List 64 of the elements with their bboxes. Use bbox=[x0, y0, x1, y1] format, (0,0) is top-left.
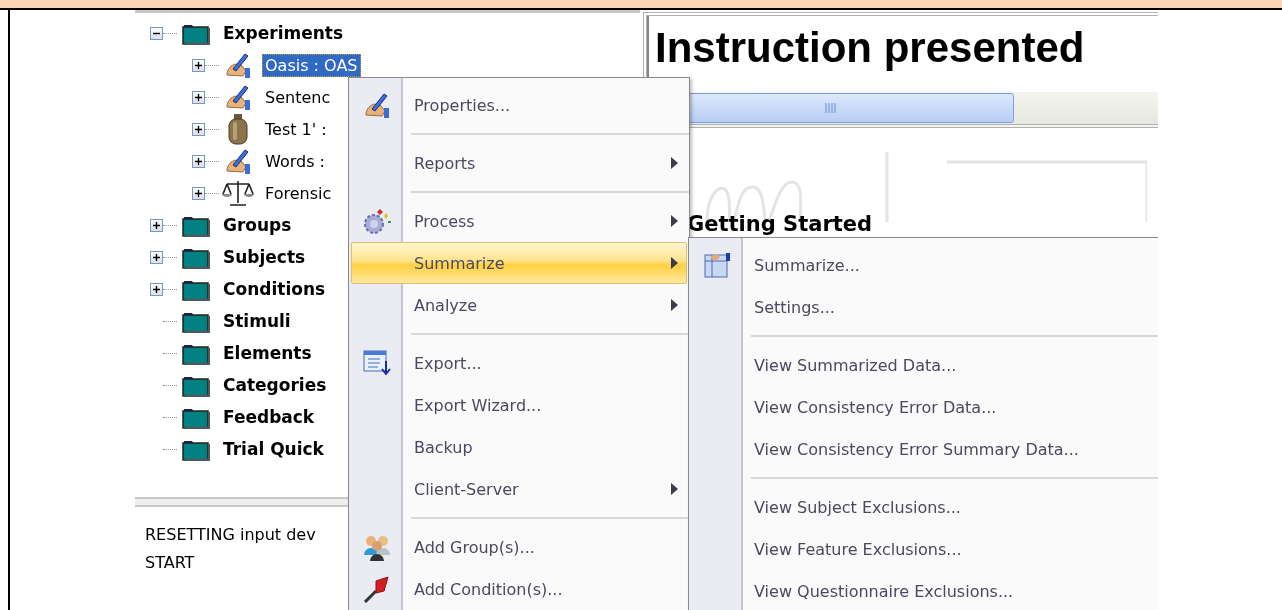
menu-item[interactable]: View Feature Exclusions... bbox=[691, 528, 1158, 570]
menu-item[interactable]: View Consistency Error Data... bbox=[691, 386, 1158, 428]
plus-icon bbox=[153, 221, 160, 229]
menu-item[interactable]: View Subject Exclusions... bbox=[691, 486, 1158, 528]
tree-item[interactable]: Forensic bbox=[262, 181, 335, 205]
tree-item[interactable]: Trial Quick bbox=[220, 437, 327, 461]
plus-icon bbox=[153, 285, 160, 293]
gear-icon bbox=[362, 207, 392, 235]
log-line: START bbox=[145, 552, 195, 574]
scales-icon bbox=[221, 178, 255, 208]
section-heading: Getting Started bbox=[686, 211, 873, 236]
weight-icon bbox=[225, 113, 251, 145]
plus-icon bbox=[195, 93, 202, 101]
menu-item[interactable]: Analyze bbox=[351, 284, 687, 326]
tree-item[interactable]: Stimuli bbox=[220, 309, 294, 333]
expand-toggle[interactable] bbox=[150, 218, 163, 232]
expand-toggle[interactable] bbox=[192, 154, 205, 168]
menu-item[interactable]: View Questionnaire Exclusions... bbox=[691, 570, 1158, 610]
tree-item[interactable]: Groups bbox=[220, 213, 295, 237]
expand-toggle[interactable] bbox=[192, 122, 205, 136]
tree-item[interactable]: Words : bbox=[262, 149, 328, 173]
table-icon bbox=[702, 251, 732, 279]
tree-item[interactable]: Oasis : OAS bbox=[262, 53, 361, 77]
tree-item[interactable]: Conditions bbox=[220, 277, 329, 301]
people-icon bbox=[362, 533, 392, 561]
tree-item[interactable]: Subjects bbox=[220, 245, 309, 269]
menu-item[interactable]: Add Condition(s)... bbox=[351, 568, 687, 610]
plus-icon bbox=[195, 157, 202, 165]
log-line: RESETTING input dev bbox=[145, 524, 316, 546]
menu-item[interactable]: Export... bbox=[351, 342, 687, 384]
expand-toggle[interactable] bbox=[192, 58, 205, 72]
menu-item[interactable]: Export Wizard... bbox=[351, 384, 687, 426]
hand-pen-icon bbox=[223, 83, 253, 111]
expand-toggle[interactable] bbox=[192, 90, 205, 104]
tree-item[interactable]: Categories bbox=[220, 373, 330, 397]
hand-pen-icon bbox=[223, 147, 253, 175]
plus-icon bbox=[153, 253, 160, 261]
pushpin-icon bbox=[362, 575, 392, 603]
plus-icon bbox=[195, 125, 202, 133]
tree-item[interactable]: Experiments bbox=[220, 21, 347, 45]
hand-pen-icon bbox=[223, 51, 253, 79]
menu-item[interactable]: View Consistency Error Summary Data... bbox=[691, 428, 1158, 470]
plus-icon bbox=[195, 61, 202, 69]
menu-item[interactable]: Client-Server bbox=[351, 468, 687, 510]
tree-item[interactable]: Elements bbox=[220, 341, 315, 365]
expand-toggle[interactable] bbox=[150, 282, 163, 296]
menu-item[interactable]: View Summarized Data... bbox=[691, 344, 1158, 386]
menu-item[interactable]: Settings... bbox=[691, 286, 1158, 328]
menu-item[interactable]: Add Group(s)... bbox=[351, 526, 687, 568]
grip-icon bbox=[824, 103, 837, 113]
menu-item[interactable]: Process bbox=[351, 200, 687, 242]
plus-icon bbox=[195, 189, 202, 197]
menu-item[interactable]: Summarize... bbox=[691, 244, 1158, 286]
menu-item[interactable]: Summarize bbox=[351, 242, 687, 284]
export-icon bbox=[362, 349, 392, 377]
menu-item[interactable]: Backup bbox=[351, 426, 687, 468]
expand-toggle[interactable] bbox=[192, 186, 205, 200]
tree-item[interactable]: Sentenc bbox=[262, 85, 334, 109]
hand-pen-icon bbox=[362, 91, 392, 119]
tree-item[interactable]: Feedback bbox=[220, 405, 318, 429]
menu-item[interactable]: Reports bbox=[351, 142, 687, 184]
tree-item[interactable]: Test 1' : bbox=[262, 117, 330, 141]
collapse-toggle[interactable] bbox=[150, 26, 163, 40]
expand-toggle[interactable] bbox=[150, 250, 163, 264]
